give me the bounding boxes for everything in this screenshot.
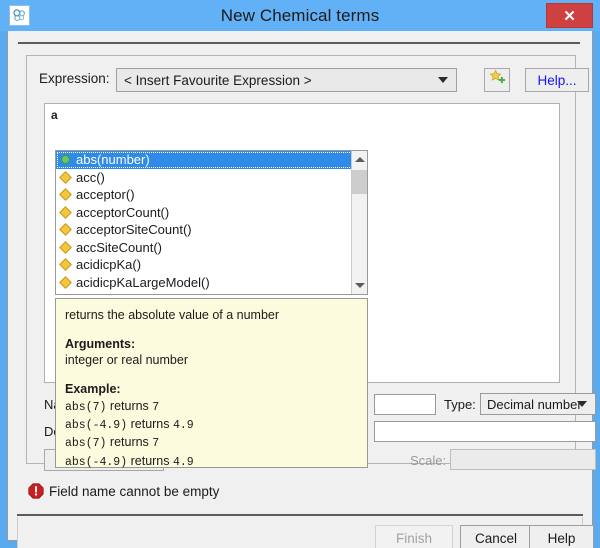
list-item[interactable]: acidicpKa() [56, 256, 367, 274]
autocomplete-scrollbar[interactable] [351, 151, 367, 294]
expression-help-button[interactable]: Help... [525, 68, 589, 92]
list-item[interactable]: abs(number) [56, 151, 367, 169]
scroll-down-button[interactable] [352, 277, 367, 294]
doc-example-call: abs(7) [65, 401, 106, 414]
yellow-diamond-icon [59, 206, 72, 219]
doc-example-returns: returns [110, 435, 149, 449]
name-input[interactable] [374, 394, 436, 415]
yellow-diamond-icon [59, 188, 72, 201]
expression-editor-value: a [51, 108, 58, 122]
dialog-footer: Finish Cancel Help [17, 517, 583, 548]
doc-example-call: abs(-4.9) [65, 456, 127, 469]
list-item[interactable]: acidicpKaLargeModel() [56, 274, 367, 292]
yellow-diamond-icon [59, 171, 72, 184]
list-item-label: acceptorSiteCount() [76, 222, 192, 237]
close-icon[interactable]: ✕ [546, 3, 593, 28]
doc-example-heading: Example: [65, 381, 358, 398]
caret-down-icon [355, 283, 365, 288]
window-title: New Chemical terms [0, 0, 600, 31]
doc-arguments-heading: Arguments: [65, 336, 358, 353]
doc-example-line: abs(7) returns 7 [65, 434, 358, 451]
doc-example-value: 4.9 [173, 456, 194, 469]
list-item[interactable]: acceptorCount() [56, 204, 367, 222]
top-divider [18, 42, 580, 44]
doc-example-line: abs(7) returns 7 [65, 398, 358, 415]
doc-example-returns: returns [110, 399, 149, 413]
scale-input[interactable] [450, 449, 596, 470]
type-select[interactable]: Decimal number [480, 393, 596, 415]
chevron-down-icon [577, 401, 587, 407]
help-button[interactable]: Help [529, 525, 594, 548]
doc-example-value: 7 [152, 437, 159, 450]
type-value: Decimal number [481, 397, 582, 412]
list-item[interactable]: acceptorSiteCount() [56, 221, 367, 239]
star-plus-icon [489, 69, 506, 91]
dialog-window: New Chemical terms ✕ Expression: < Inser… [0, 0, 600, 548]
expression-label: Expression: [39, 71, 110, 86]
list-item[interactable]: acceptor() [56, 186, 367, 204]
scale-label: Scale: [410, 453, 446, 468]
expression-row: Expression: < Insert Favourite Expressio… [39, 68, 566, 92]
error-stop-icon [28, 483, 44, 499]
list-item-label: acidicpKa() [76, 257, 141, 272]
autocomplete-list[interactable]: abs(number) acc() acceptor() acceptorCou… [55, 150, 368, 295]
yellow-diamond-icon [59, 276, 72, 289]
doc-example-returns: returns [131, 417, 170, 431]
title-bar: New Chemical terms ✕ [0, 0, 600, 31]
list-item[interactable]: acc() [56, 169, 367, 187]
function-doc-tooltip: returns the absolute value of a number A… [55, 298, 368, 468]
list-item-label: accSiteCount() [76, 240, 162, 255]
cancel-button[interactable]: Cancel [460, 525, 532, 548]
footer-divider [17, 514, 583, 516]
yellow-diamond-icon [59, 223, 72, 236]
list-item-label: acceptor() [76, 187, 135, 202]
scrollbar-thumb[interactable] [352, 170, 367, 194]
doc-example-value: 7 [152, 401, 159, 414]
doc-arguments-text: integer or real number [65, 352, 358, 369]
chevron-down-icon [438, 77, 448, 83]
green-circle-icon [61, 155, 70, 164]
scroll-up-button[interactable] [352, 151, 367, 168]
add-favourite-button[interactable] [484, 68, 510, 92]
description-input[interactable] [374, 421, 596, 442]
list-item[interactable]: accSiteCount() [56, 239, 367, 257]
yellow-diamond-icon [59, 258, 72, 271]
doc-example-call: abs(7) [65, 437, 106, 450]
list-item-label: acidicpKaLargeModel() [76, 275, 210, 290]
doc-summary: returns the absolute value of a number [65, 307, 358, 324]
list-item-label: acceptorCount() [76, 205, 169, 220]
dialog-body: Expression: < Insert Favourite Expressio… [7, 31, 593, 541]
doc-example-call: abs(-4.9) [65, 419, 127, 432]
list-item-label: abs(number) [76, 152, 150, 167]
favourite-expression-select[interactable]: < Insert Favourite Expression > [116, 68, 457, 92]
doc-example-value: 4.9 [173, 419, 194, 432]
doc-example-returns: returns [131, 454, 170, 468]
type-label: Type: [444, 397, 476, 412]
doc-example-line: abs(-4.9) returns 4.9 [65, 453, 358, 470]
validation-error-text: Field name cannot be empty [49, 484, 219, 499]
doc-example-line: abs(-4.9) returns 4.9 [65, 416, 358, 433]
list-item-label: acc() [76, 170, 105, 185]
autocomplete-popup: abs(number) acc() acceptor() acceptorCou… [55, 150, 368, 468]
yellow-diamond-icon [59, 241, 72, 254]
favourite-expression-value: < Insert Favourite Expression > [117, 73, 312, 88]
validation-error: Field name cannot be empty [28, 483, 219, 499]
finish-button[interactable]: Finish [375, 525, 453, 548]
caret-up-icon [355, 157, 365, 162]
